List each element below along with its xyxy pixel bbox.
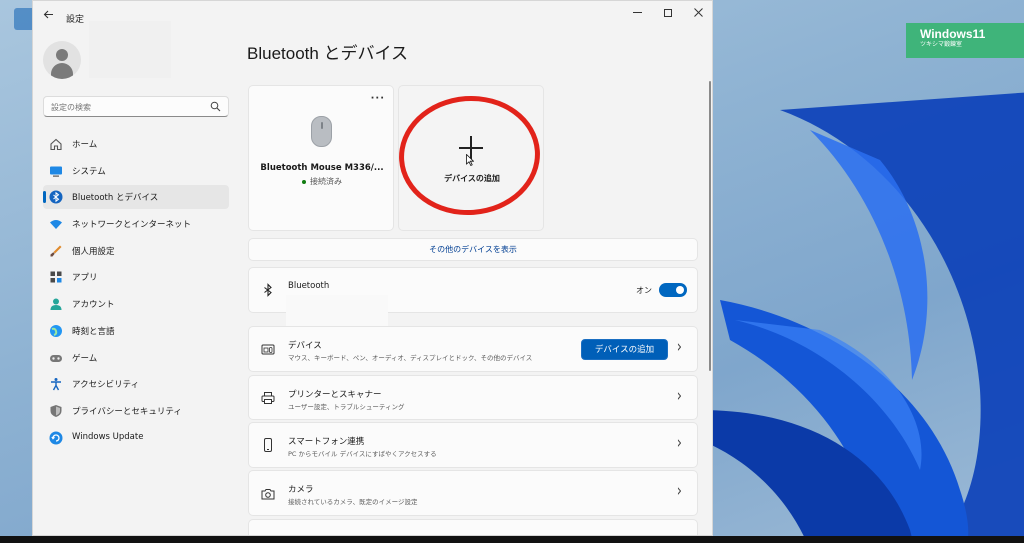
bluetooth-icon bbox=[49, 190, 63, 204]
sidebar-item-apps[interactable]: アプリ bbox=[43, 265, 229, 289]
search-icon[interactable] bbox=[210, 101, 221, 112]
update-icon bbox=[49, 431, 63, 445]
shield-icon bbox=[50, 404, 62, 417]
printer-icon bbox=[261, 392, 275, 404]
camera-icon bbox=[261, 489, 275, 500]
sidebar-item-personalization[interactable]: 個人用設定 bbox=[43, 239, 229, 263]
page-title: Bluetooth とデバイス bbox=[247, 44, 409, 63]
sidebar-item-label: 時刻と言語 bbox=[72, 326, 115, 337]
sidebar-item-label: Bluetooth とデバイス bbox=[72, 193, 159, 204]
bluetooth-label: Bluetooth bbox=[288, 281, 330, 291]
minimize-icon bbox=[632, 12, 642, 13]
chevron-right-icon[interactable]: › bbox=[677, 434, 682, 454]
sidebar-item-home[interactable]: ホーム bbox=[43, 132, 229, 156]
search-box[interactable] bbox=[43, 96, 229, 117]
arrow-left-icon bbox=[43, 10, 53, 19]
row-subtitle: ユーザー設定、トラブルシューティング bbox=[288, 403, 405, 411]
row-title: カメラ bbox=[288, 485, 314, 495]
devices-row[interactable]: デバイス マウス、キーボード、ペン、オーディオ、ディスプレイとドック、その他のデ… bbox=[248, 326, 698, 372]
sidebar-item-bluetooth[interactable]: Bluetooth とデバイス bbox=[43, 185, 229, 210]
device-status: 接続済み bbox=[249, 176, 395, 187]
add-device-label: デバイスの追加 bbox=[444, 174, 500, 183]
partial-row[interactable] bbox=[248, 519, 698, 535]
devices-icon bbox=[261, 344, 275, 355]
phone-link-row[interactable]: スマートフォン連携 PC からモバイル デバイスにすばやくアクセスする › bbox=[248, 422, 698, 468]
phone-icon bbox=[264, 438, 272, 452]
row-title: プリンターとスキャナー bbox=[288, 390, 382, 400]
chevron-right-icon[interactable]: › bbox=[677, 482, 682, 502]
bluetooth-toggle[interactable] bbox=[659, 283, 687, 297]
sidebar-item-label: ゲーム bbox=[72, 353, 98, 364]
sidebar-item-label: 個人用設定 bbox=[72, 246, 115, 257]
sidebar-item-system[interactable]: システム bbox=[43, 159, 229, 183]
settings-window: 設定 ホーム システム Bluetooth とデバイス bbox=[32, 0, 713, 536]
show-more-devices-button[interactable]: その他のデバイスを表示 bbox=[248, 238, 698, 261]
close-button[interactable] bbox=[684, 4, 712, 24]
bluetooth-icon bbox=[264, 283, 272, 297]
sidebar-item-label: アカウント bbox=[72, 300, 115, 311]
row-subtitle: 接続されているカメラ、既定のイメージ設定 bbox=[288, 498, 418, 506]
watermark-title: Windows11 bbox=[920, 27, 986, 41]
device-name: Bluetooth Mouse M336/... bbox=[260, 163, 384, 173]
connected-dot-icon bbox=[302, 179, 306, 184]
device-card[interactable]: ··· Bluetooth Mouse M336/... 接続済み bbox=[248, 85, 394, 231]
sidebar-item-label: アプリ bbox=[72, 273, 98, 284]
add-device-button[interactable]: デバイスの追加 bbox=[581, 339, 668, 360]
minimize-button[interactable] bbox=[623, 4, 651, 24]
toggle-state-label: オン bbox=[636, 286, 652, 295]
row-title: スマートフォン連携 bbox=[288, 437, 365, 447]
sidebar-item-label: アクセシビリティ bbox=[72, 380, 140, 391]
chevron-right-icon[interactable]: › bbox=[677, 387, 682, 407]
mouse-cursor-icon bbox=[466, 154, 474, 166]
sidebar-item-label: システム bbox=[72, 166, 106, 177]
back-button[interactable] bbox=[39, 8, 57, 26]
sidebar-item-accessibility[interactable]: アクセシビリティ bbox=[43, 372, 229, 396]
more-options-button[interactable]: ··· bbox=[371, 93, 385, 104]
camera-row[interactable]: カメラ 接続されているカメラ、既定のイメージ設定 › bbox=[248, 470, 698, 516]
brush-icon bbox=[50, 245, 62, 257]
watermark-subtitle: ツキシマ鍛錬室 bbox=[920, 42, 963, 48]
gamepad-icon bbox=[50, 354, 62, 362]
sidebar-item-network[interactable]: ネットワークとインターネット bbox=[43, 212, 229, 236]
sidebar-item-windows-update[interactable]: Windows Update bbox=[43, 426, 229, 450]
printers-row[interactable]: プリンターとスキャナー ユーザー設定、トラブルシューティング › bbox=[248, 375, 698, 420]
sidebar-item-label: ホーム bbox=[72, 140, 98, 150]
sidebar-nav: ホーム システム Bluetooth とデバイス ネットワークとインターネット … bbox=[43, 132, 229, 452]
user-info-redacted bbox=[89, 21, 171, 78]
apps-icon bbox=[50, 271, 62, 283]
sidebar-item-label: ネットワークとインターネット bbox=[72, 220, 192, 231]
app-title: 設定 bbox=[66, 15, 85, 25]
channel-watermark: Windows11 ツキシマ鍛錬室 bbox=[906, 23, 1024, 58]
redacted-area bbox=[286, 295, 388, 327]
sidebar-item-gaming[interactable]: ゲーム bbox=[43, 346, 229, 370]
chevron-right-icon[interactable]: › bbox=[677, 338, 682, 358]
row-subtitle: PC からモバイル デバイスにすばやくアクセスする bbox=[288, 450, 437, 458]
sidebar-item-privacy[interactable]: プライバシーとセキュリティ bbox=[43, 399, 229, 423]
taskbar bbox=[0, 536, 1024, 543]
mouse-icon bbox=[311, 116, 332, 147]
device-status-label: 接続済み bbox=[310, 177, 342, 186]
sidebar-item-accounts[interactable]: アカウント bbox=[43, 292, 229, 316]
maximize-icon bbox=[664, 9, 672, 17]
wifi-icon bbox=[50, 220, 62, 230]
search-input[interactable] bbox=[51, 100, 201, 114]
sidebar-item-label: Windows Update bbox=[72, 431, 144, 442]
sidebar-item-time-language[interactable]: 時刻と言語 bbox=[43, 319, 229, 343]
sidebar-item-label: プライバシーとセキュリティ bbox=[72, 406, 182, 417]
account-icon bbox=[50, 298, 62, 311]
system-icon bbox=[50, 166, 62, 177]
home-icon bbox=[50, 138, 62, 151]
row-title: デバイス bbox=[288, 341, 322, 351]
scrollbar[interactable] bbox=[709, 81, 711, 371]
maximize-button[interactable] bbox=[654, 4, 682, 24]
globe-icon bbox=[50, 324, 62, 337]
avatar[interactable] bbox=[43, 41, 81, 79]
row-subtitle: マウス、キーボード、ペン、オーディオ、ディスプレイとドック、その他のデバイス bbox=[288, 354, 533, 362]
add-device-card[interactable]: デバイスの追加 bbox=[398, 85, 544, 231]
accessibility-icon bbox=[51, 378, 61, 391]
close-icon bbox=[693, 8, 703, 17]
